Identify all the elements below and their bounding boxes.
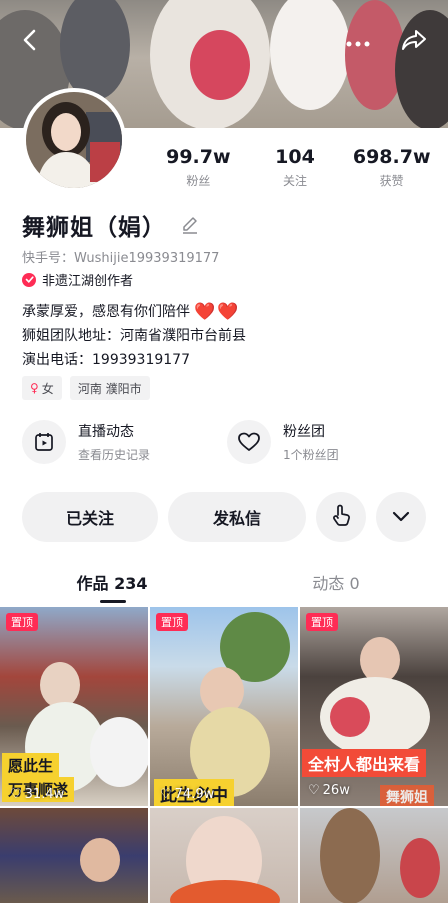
share-button[interactable] <box>396 24 432 60</box>
stat-value: 698.7w <box>352 146 431 168</box>
more-button[interactable] <box>340 24 376 60</box>
live-calendar-icon <box>22 420 66 464</box>
bio-line: 狮姐团队地址：河南省濮阳市台前县 <box>22 328 246 344</box>
avatar[interactable] <box>22 88 126 192</box>
tab-indicator <box>100 600 126 603</box>
expand-button[interactable] <box>376 492 426 542</box>
gender-tag-label: 女 <box>41 381 54 396</box>
tap-hand-icon <box>330 503 352 531</box>
heart-outline-icon: ♡ <box>10 787 22 802</box>
fan-club-heart-icon <box>227 420 271 464</box>
send-message-button[interactable]: 发私信 <box>168 492 306 542</box>
video-thumbnail[interactable] <box>300 808 448 903</box>
share-arrow-icon <box>401 29 427 55</box>
content-tabs: 作品 234 动态 0 <box>0 568 448 604</box>
like-count: 74.9w <box>174 787 215 802</box>
video-caption: 愿此生 <box>2 753 60 778</box>
feature-subtitle: 1个粉丝团 <box>283 448 339 462</box>
profile-stats: 99.7w 粉丝 104 关注 698.7w 获赞 <box>150 146 440 189</box>
pinned-badge: 置顶 <box>6 613 38 631</box>
chevron-left-icon <box>21 29 39 55</box>
fan-club-entry[interactable]: 粉丝团 1个粉丝团 <box>227 420 432 464</box>
likes-stat[interactable]: 698.7w 获赞 <box>343 146 440 189</box>
feature-entries: 直播动态 查看历史记录 粉丝团 1个粉丝团 <box>22 420 432 464</box>
feature-title: 粉丝团 <box>283 424 325 440</box>
video-likes: ♡ 26w <box>308 783 350 798</box>
following-stat[interactable]: 104 关注 <box>247 146 344 189</box>
video-thumbnail[interactable]: 置顶 此生必中 ♡ 74.9w <box>150 607 298 806</box>
kuaishou-id: 快手号：Wushijie19939319177 <box>22 251 220 266</box>
profile-name: 舞狮姐（娟） <box>22 215 166 241</box>
creator-badge[interactable]: 非遗江湖创作者 <box>22 270 133 289</box>
video-likes: ♡ 31.4w <box>10 787 64 802</box>
tab-works[interactable]: 作品 234 <box>0 568 224 604</box>
back-button[interactable] <box>12 24 48 60</box>
more-dots-icon <box>345 33 371 52</box>
video-thumbnail[interactable]: 置顶 愿此生 万事顺遂 ♡ 31.4w <box>0 607 148 806</box>
heart-emoji: ❤️❤️ <box>194 302 241 322</box>
video-caption: 全村人都出来看 <box>302 749 427 777</box>
verified-icon <box>22 272 36 287</box>
stat-label: 粉丝 <box>186 174 211 188</box>
action-buttons: 已关注 发私信 <box>22 492 426 542</box>
bio-line: 演出电话：19939319177 <box>22 352 190 368</box>
tab-moments[interactable]: 动态 0 <box>224 568 448 604</box>
stat-label: 获赞 <box>379 174 404 188</box>
like-count: 26w <box>322 783 350 798</box>
gesture-button[interactable] <box>316 492 366 542</box>
watermark-text: 舞狮姐 <box>380 785 434 806</box>
stat-label: 关注 <box>283 174 308 188</box>
heart-outline-icon: ♡ <box>308 783 320 798</box>
video-likes: ♡ 74.9w <box>160 787 214 802</box>
edit-pencil-icon[interactable] <box>180 215 200 235</box>
gender-tag: ♀ 女 <box>22 376 62 400</box>
video-thumbnail[interactable] <box>0 808 148 903</box>
video-thumbnail[interactable]: 置顶 全村人都出来看 舞狮姐 ♡ 26w <box>300 607 448 806</box>
feature-title: 直播动态 <box>78 424 134 440</box>
name-row: 舞狮姐（娟） <box>22 208 200 242</box>
chevron-down-icon <box>392 508 410 527</box>
pinned-badge: 置顶 <box>306 613 338 631</box>
bio: 承蒙厚爱，感恩有你们陪伴 ❤️❤️ 狮姐团队地址：河南省濮阳市台前县 演出电话：… <box>22 300 246 372</box>
bio-line: 承蒙厚爱，感恩有你们陪伴 <box>22 304 190 320</box>
feature-subtitle: 查看历史记录 <box>78 448 151 462</box>
female-icon: ♀ <box>30 381 39 395</box>
location-tag-label: 河南 濮阳市 <box>77 381 142 396</box>
stat-value: 104 <box>275 146 315 168</box>
profile-tags: ♀ 女 河南 濮阳市 <box>22 376 150 400</box>
like-count: 31.4w <box>24 787 65 802</box>
followed-button[interactable]: 已关注 <box>22 492 158 542</box>
followers-stat[interactable]: 99.7w 粉丝 <box>150 146 247 189</box>
creator-badge-label: 非遗江湖创作者 <box>42 274 134 289</box>
stat-value: 99.7w <box>166 146 231 168</box>
heart-outline-icon: ♡ <box>160 787 172 802</box>
location-tag: 河南 濮阳市 <box>69 376 150 400</box>
pinned-badge: 置顶 <box>156 613 188 631</box>
video-thumbnail[interactable] <box>150 808 298 903</box>
live-history-entry[interactable]: 直播动态 查看历史记录 <box>22 420 227 464</box>
video-grid: 置顶 愿此生 万事顺遂 ♡ 31.4w 置顶 此生必中 ♡ 74.9w 置顶 全… <box>0 607 448 903</box>
